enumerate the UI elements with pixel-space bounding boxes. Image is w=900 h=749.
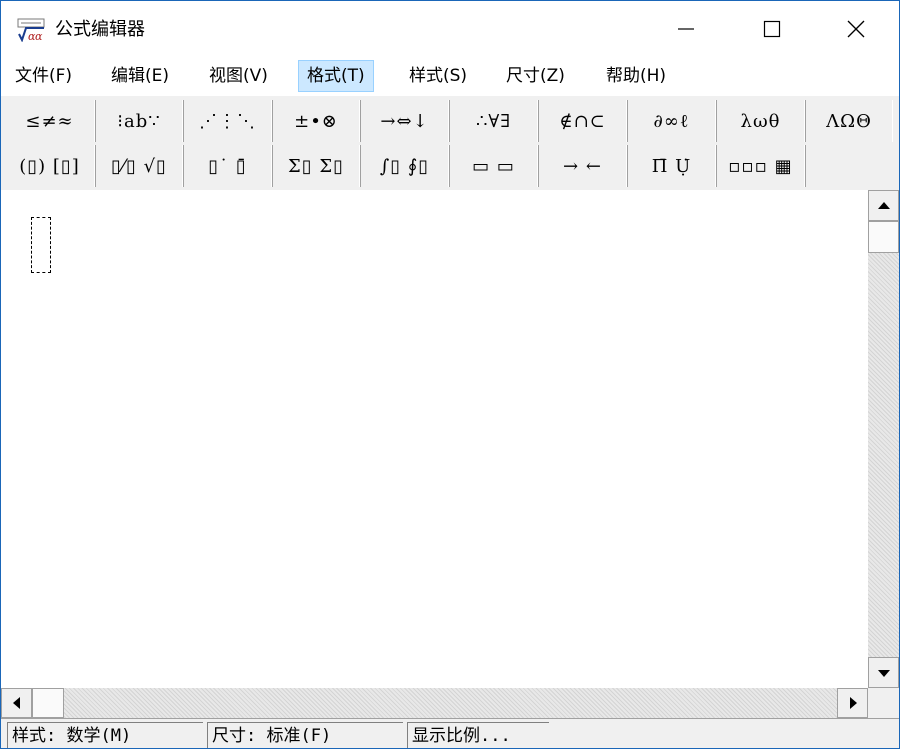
horizontal-scrollbar[interactable] <box>1 688 868 718</box>
menu-file[interactable]: 文件(F) <box>7 60 80 92</box>
arrows-palette[interactable]: →⇔↓ <box>360 100 449 142</box>
greek-uppercase-palette[interactable]: ΛΩΘ <box>805 100 893 142</box>
integral-palette[interactable]: ∫▯ ∮▯ <box>360 145 449 187</box>
close-button[interactable] <box>825 1 887 57</box>
equation-editor-window: α α 公式编辑器 文件(F) 编辑(E) 视图(V) 格式(T) 样式(S) … <box>0 0 900 749</box>
scroll-down-button[interactable] <box>868 657 899 688</box>
set-theory-palette[interactable]: ∉∩⊂ <box>538 100 627 142</box>
misc-symbols-palette[interactable]: ∂∞ℓ <box>627 100 716 142</box>
scrollbar-corner <box>868 688 899 718</box>
palette-symbols: ≤≠≈ <box>25 110 74 132</box>
palette-symbols: ∫▯ ∮▯ <box>379 155 430 177</box>
scroll-left-button[interactable] <box>1 688 32 718</box>
svg-text:α: α <box>35 30 43 42</box>
spaces-ellipses-palette[interactable]: ⁝ab∵ <box>95 100 183 142</box>
menu-help[interactable]: 帮助(H) <box>598 60 674 92</box>
matrix-palette[interactable]: ▫▫▫ ▦ <box>716 145 805 187</box>
close-icon <box>847 20 865 38</box>
logic-palette[interactable]: ∴∀∃ <box>449 100 538 142</box>
products-set-palette[interactable]: Π̄ Ụ̇ <box>627 145 716 187</box>
underbar-overbar-palette[interactable]: ▭ ▭ <box>449 145 538 187</box>
vertical-scrollbar[interactable] <box>868 190 899 688</box>
maximize-button[interactable] <box>741 1 803 57</box>
menu-style[interactable]: 样式(S) <box>401 60 475 92</box>
scroll-right-button[interactable] <box>837 688 868 718</box>
equation-editing-area[interactable] <box>1 190 868 688</box>
menu-view[interactable]: 视图(V) <box>201 60 276 92</box>
palette-symbols: ∉∩⊂ <box>559 110 606 132</box>
menu-size[interactable]: 尺寸(Z) <box>498 60 573 92</box>
palette-symbols: ±•⊗ <box>294 110 338 132</box>
fence-templates-palette[interactable]: (▯) [▯] <box>5 145 95 187</box>
arrow-down-icon <box>877 669 890 677</box>
empty-palette-slot <box>805 145 893 187</box>
symbol-palette-row: ≤≠≈ ⁝ab∵ ⋰⋮⋱ ±•⊗ →⇔↓ ∴∀∃ ∉∩⊂ ∂∞ℓ λωθ ΛΩΘ <box>5 100 897 144</box>
palette-symbols: → ← <box>563 155 602 177</box>
palette-symbols: ▯⁄▯ √▯ <box>111 155 167 177</box>
vertical-scroll-thumb[interactable] <box>868 221 899 253</box>
labeled-arrows-palette[interactable]: → ← <box>538 145 627 187</box>
menu-edit[interactable]: 编辑(E) <box>103 60 177 92</box>
summation-palette[interactable]: Σ▯ Σ▯ <box>272 145 360 187</box>
equation-app-icon: α α <box>17 18 45 42</box>
greek-lowercase-palette[interactable]: λωθ <box>716 100 805 142</box>
palette-symbols: ▭ ▭ <box>472 155 515 177</box>
fraction-radical-palette[interactable]: ▯⁄▯ √▯ <box>95 145 183 187</box>
relations-palette[interactable]: ≤≠≈ <box>5 100 95 142</box>
minimize-button[interactable] <box>655 1 717 57</box>
palette-symbols: λωθ <box>740 110 781 132</box>
status-zoom[interactable]: 显示比例... <box>407 722 549 748</box>
arrow-right-icon <box>849 697 857 709</box>
palette-symbols: ΛΩΘ <box>826 110 872 132</box>
palette-symbols: Σ▯ Σ▯ <box>288 155 344 177</box>
status-style: 样式: 数学(M) <box>7 722 203 748</box>
arrow-up-icon <box>877 201 890 209</box>
maximize-icon <box>763 20 781 38</box>
palette-symbols: ▯˙ ▯̄ <box>208 155 247 177</box>
palette-symbols: ⋰⋮⋱ <box>199 110 256 132</box>
operators-palette[interactable]: ±•⊗ <box>272 100 360 142</box>
palette-symbols: Π̄ Ụ̇ <box>651 155 692 177</box>
template-palette-row: (▯) [▯] ▯⁄▯ √▯ ▯˙ ▯̄ Σ▯ Σ▯ ∫▯ ∮▯ ▭ ▭ → ←… <box>5 145 897 189</box>
palette-symbols: ∂∞ℓ <box>653 110 690 132</box>
embellishments-palette[interactable]: ⋰⋮⋱ <box>183 100 272 142</box>
arrow-left-icon <box>12 697 20 709</box>
menu-bar: 文件(F) 编辑(E) 视图(V) 格式(T) 样式(S) 尺寸(Z) 帮助(H… <box>1 57 899 95</box>
horizontal-scroll-thumb[interactable] <box>32 688 64 718</box>
palette-symbols: →⇔↓ <box>380 110 429 132</box>
symbol-toolbars: ≤≠≈ ⁝ab∵ ⋰⋮⋱ ±•⊗ →⇔↓ ∴∀∃ ∉∩⊂ ∂∞ℓ λωθ ΛΩΘ… <box>1 95 899 190</box>
subscript-superscript-palette[interactable]: ▯˙ ▯̄ <box>183 145 272 187</box>
empty-slot-placeholder[interactable] <box>31 217 51 273</box>
palette-symbols: ▫▫▫ ▦ <box>728 155 793 177</box>
palette-symbols: ∴∀∃ <box>475 110 512 132</box>
palette-symbols: (▯) [▯] <box>19 155 80 177</box>
status-size: 尺寸: 标准(F) <box>207 722 403 748</box>
minimize-icon <box>678 28 694 30</box>
status-bar: 样式: 数学(M) 尺寸: 标准(F) 显示比例... <box>1 718 899 748</box>
scroll-up-button[interactable] <box>868 190 899 221</box>
palette-symbols: ⁝ab∵ <box>117 110 161 132</box>
window-title: 公式编辑器 <box>55 19 145 40</box>
title-bar: α α 公式编辑器 <box>1 1 899 57</box>
menu-format[interactable]: 格式(T) <box>298 60 374 92</box>
